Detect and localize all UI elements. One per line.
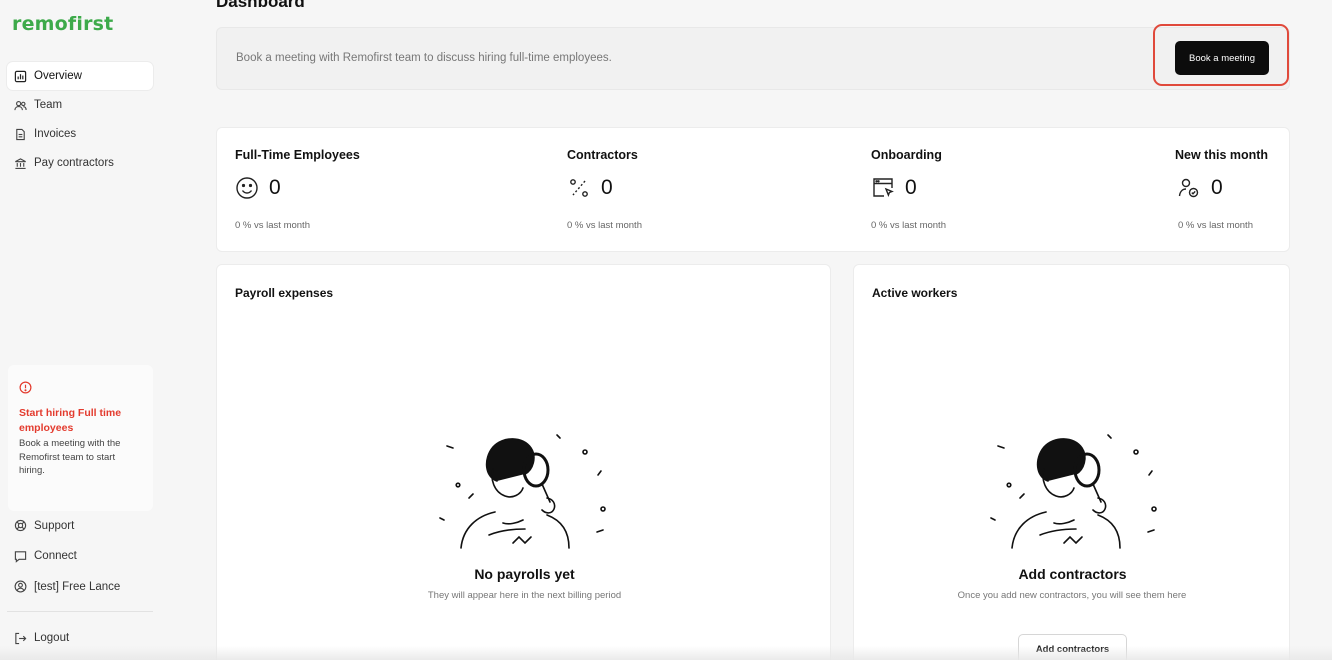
logo: remofirst: [12, 13, 114, 35]
sidebar-item-label: [test] Free Lance: [34, 580, 121, 593]
sidebar-item-invoices[interactable]: Invoices: [7, 120, 153, 148]
magnifier-person-illustration: [990, 434, 1157, 549]
empty-state-text: They will appear here in the next billin…: [427, 590, 622, 601]
logout-icon: [14, 632, 27, 645]
empty-state-title: No payrolls yet: [474, 566, 575, 582]
magnifier-person-illustration: [439, 434, 606, 549]
sidebar-item-account[interactable]: [test] Free Lance: [7, 572, 153, 602]
sidebar-item-connect[interactable]: Connect: [7, 542, 153, 572]
lifebuoy-icon: [14, 519, 27, 532]
stat-label: Contractors: [567, 148, 638, 162]
stat-value: 0: [1211, 176, 1223, 199]
stat-change: 0 % vs last month: [235, 220, 310, 231]
book-meeting-button[interactable]: Book a meeting: [1175, 41, 1269, 75]
users-icon: [14, 99, 27, 112]
sidebar: remofirst Overview Team Invoices Pay con…: [0, 0, 171, 660]
empty-state-text: Once you add new contractors, you will s…: [957, 590, 1187, 601]
stat-change: 0 % vs last month: [871, 220, 946, 231]
stat-change: 0 % vs last month: [1178, 220, 1253, 231]
sidebar-item-pay-contractors[interactable]: Pay contractors: [7, 149, 153, 177]
stat-value: 0: [269, 176, 281, 199]
stat-value: 0: [905, 176, 917, 199]
sidebar-item-label: Team: [34, 99, 63, 111]
sidebar-item-team[interactable]: Team: [7, 91, 153, 119]
stat-value: 0: [601, 176, 613, 199]
sidebar-item-label: Connect: [34, 550, 77, 563]
stat-value-row: 0: [567, 176, 613, 200]
active-workers-card: Active workers Add contractors Once you …: [853, 264, 1290, 660]
card-title: Active workers: [872, 286, 958, 300]
sidebar-item-label: Overview: [34, 70, 82, 82]
stat-value-row: 0: [235, 176, 281, 200]
sidebar-item-label: Support: [34, 519, 75, 532]
stat-value-row: 0: [1177, 176, 1223, 200]
logout-section: Logout: [7, 624, 153, 653]
logout-label: Logout: [34, 632, 70, 644]
sidebar-item-label: Invoices: [34, 128, 77, 140]
sidebar-bottom-nav: Support Connect [test] Free Lance: [7, 511, 153, 603]
logout-button[interactable]: Logout: [7, 624, 153, 652]
payroll-expenses-card: Payroll expenses No payrolls yet They wi…: [216, 264, 831, 660]
document-icon: [14, 128, 27, 141]
info-icon: [19, 381, 32, 394]
sidebar-item-overview[interactable]: Overview: [7, 62, 153, 90]
stat-label: New this month: [1175, 148, 1269, 162]
sidebar-item-label: Pay contractors: [34, 157, 114, 169]
sidebar-item-support[interactable]: Support: [7, 511, 153, 541]
card-title: Payroll expenses: [235, 286, 334, 300]
empty-state-title: Add contractors: [1018, 566, 1127, 582]
stats-panel: Full-Time Employees 0 0 % vs last month …: [216, 127, 1290, 252]
chart-icon: [14, 70, 27, 83]
stat-label: Onboarding: [871, 148, 942, 162]
stat-label: Full-Time Employees: [235, 148, 360, 162]
hiring-promo-card: Start hiring Full time employees Book a …: [8, 365, 153, 511]
chat-icon: [14, 550, 27, 563]
promo-text: Book a meeting with the Remofirst team t…: [19, 438, 121, 476]
percent-icon: [570, 179, 588, 197]
user-circle-icon: [14, 580, 27, 593]
sidebar-divider: [7, 611, 153, 612]
page-title: Dashboard: [216, 0, 305, 11]
stat-value-row: 0: [871, 176, 917, 200]
promo-title: Start hiring Full time employees: [19, 407, 122, 434]
user-check-icon: [1178, 178, 1199, 198]
book-meeting-banner: Book a meeting with Remofirst team to di…: [216, 27, 1290, 90]
banner-text: Book a meeting with Remofirst team to di…: [236, 52, 612, 64]
add-contractors-button[interactable]: Add contractors: [1018, 634, 1127, 660]
sidebar-nav: Overview Team Invoices Pay contractors: [7, 62, 153, 178]
smile-icon: [236, 177, 258, 199]
browser-cursor-icon: [873, 178, 894, 198]
stat-change: 0 % vs last month: [567, 220, 642, 231]
bank-icon: [14, 157, 27, 170]
main-content: Dashboard Book a meeting with Remofirst …: [171, 0, 1332, 660]
